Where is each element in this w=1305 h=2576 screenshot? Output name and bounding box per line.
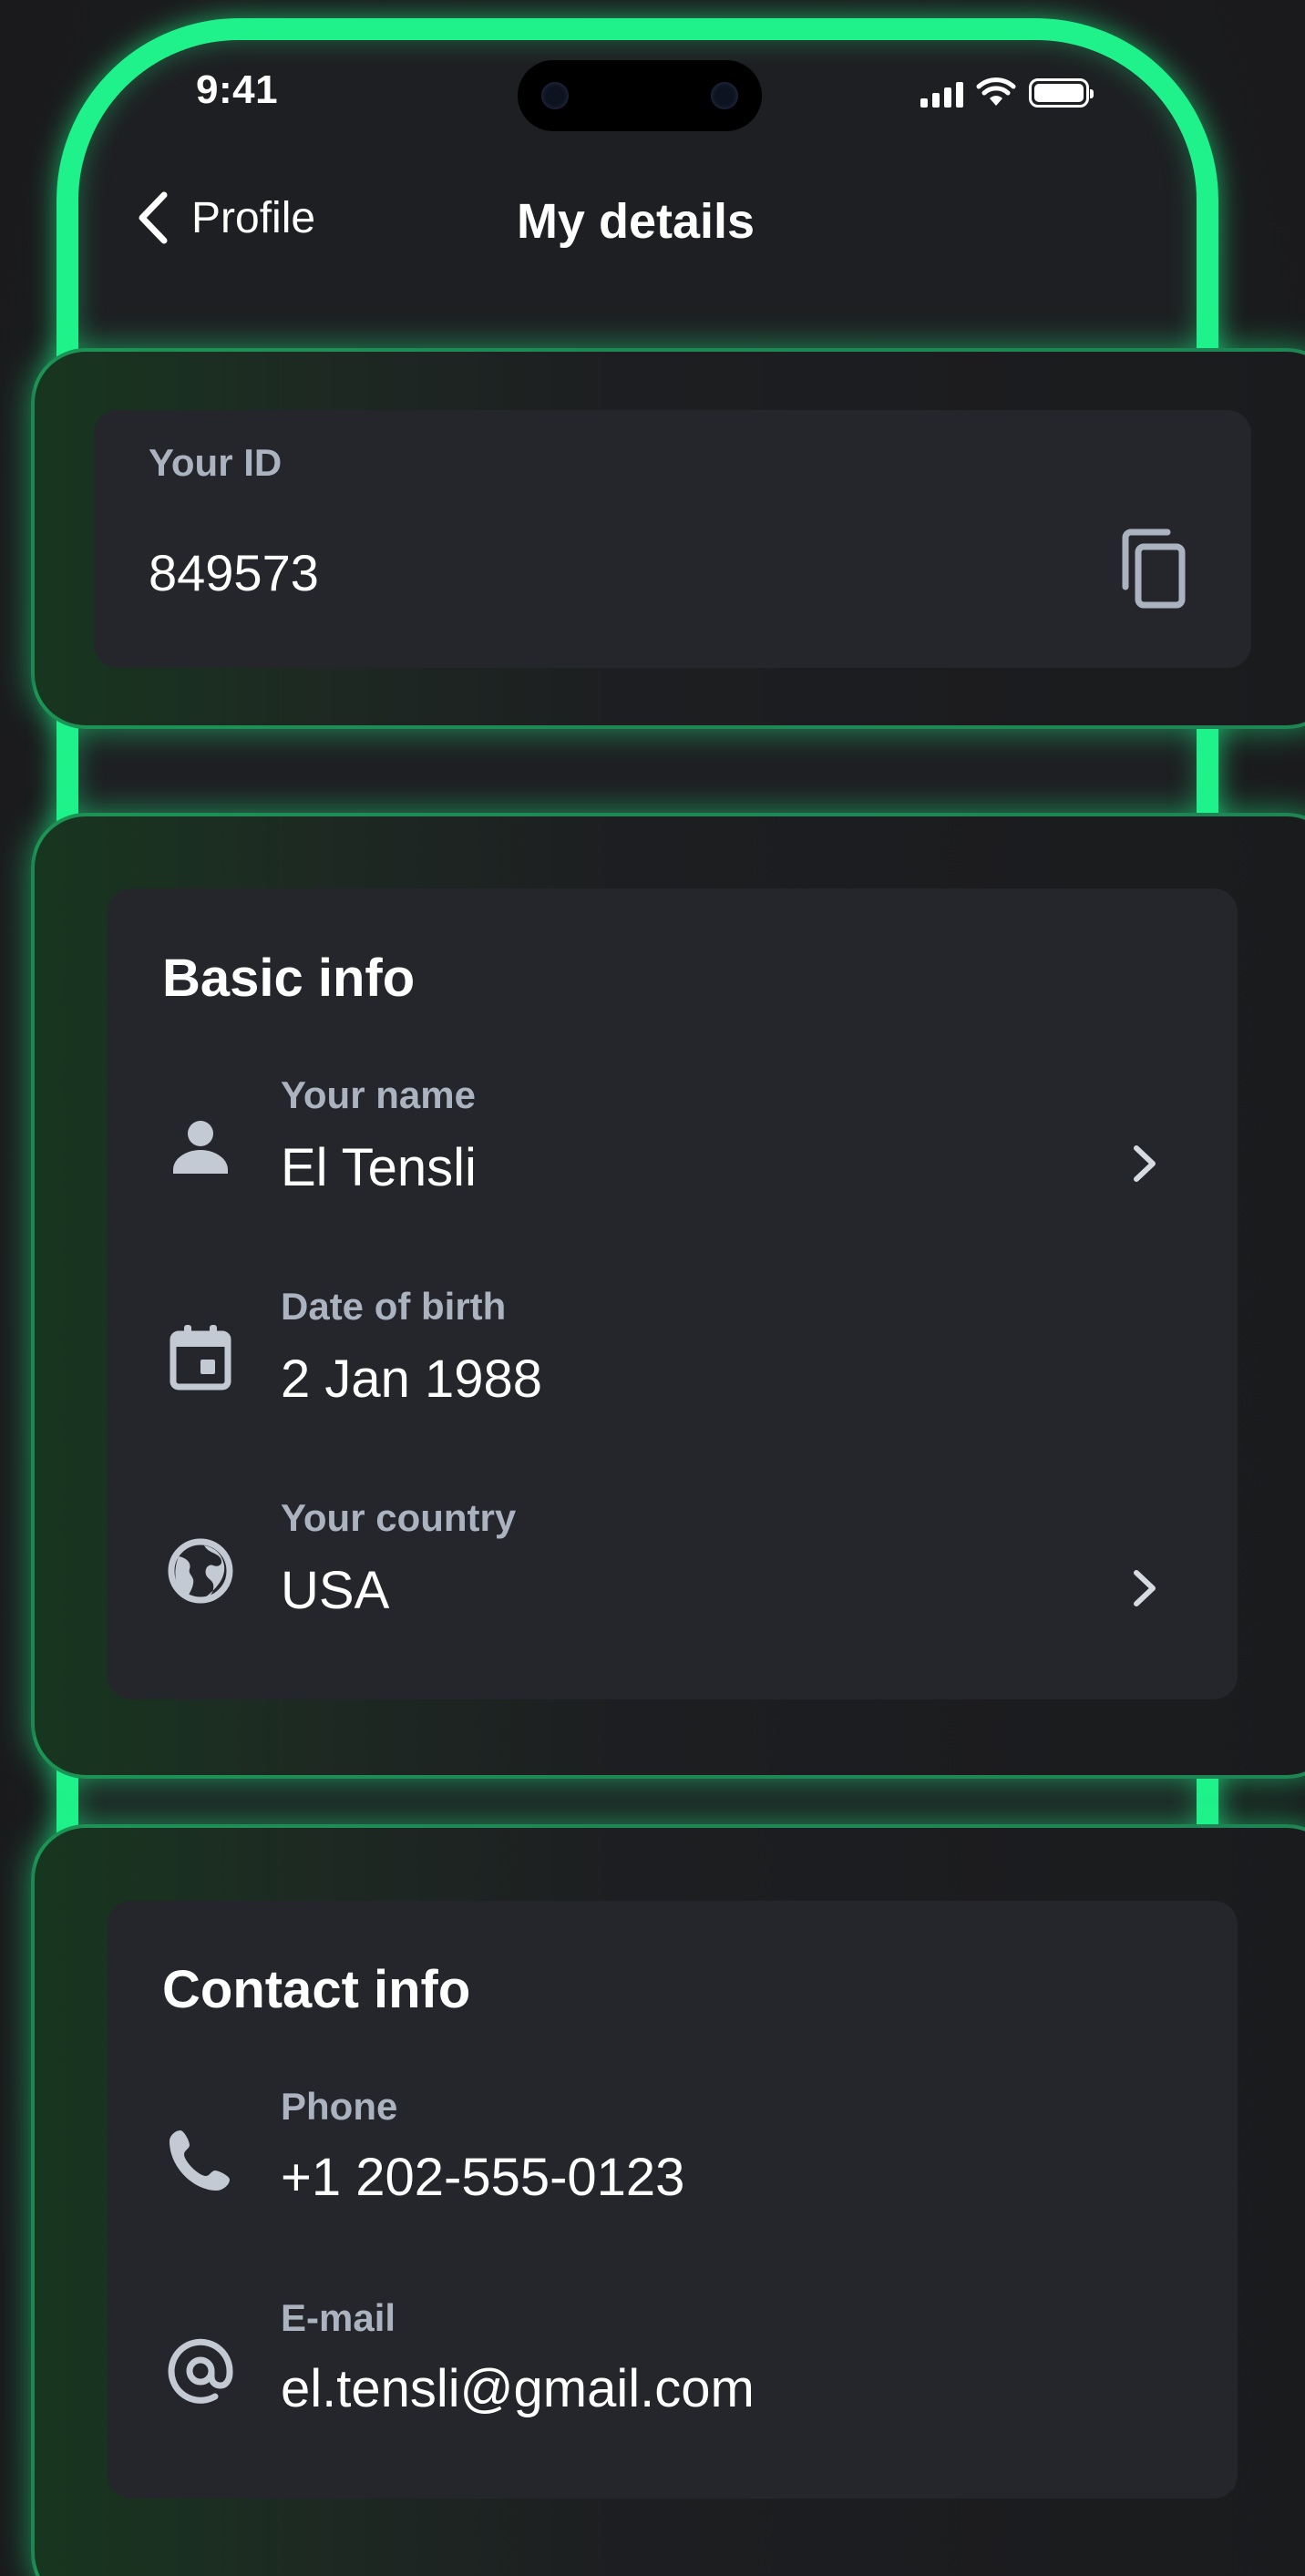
id-label: Your ID: [149, 441, 283, 484]
signal-icon: [920, 80, 963, 108]
chevron-right-icon: [1134, 1570, 1156, 1606]
phone-row[interactable]: Phone +1 202-555-0123: [109, 2078, 1239, 2242]
wifi-icon: [976, 77, 1016, 106]
country-label: Your country: [281, 1496, 517, 1539]
calendar-icon: [170, 1325, 231, 1391]
country-row[interactable]: Your country USA: [109, 1489, 1239, 1653]
dob-label: Date of birth: [281, 1285, 507, 1328]
status-icons: [920, 75, 1094, 108]
chevron-right-icon: [1134, 1145, 1156, 1182]
phone-value: +1 202-555-0123: [281, 2148, 685, 2207]
camera-icon: [541, 82, 569, 109]
phone-label: Phone: [281, 2085, 398, 2128]
globe-icon: [168, 1538, 233, 1604]
dob-row: Date of birth 2 Jan 1988: [109, 1278, 1239, 1442]
name-row[interactable]: Your name El Tensli: [109, 1066, 1239, 1230]
basic-info-title: Basic info: [162, 949, 416, 1008]
person-icon: [173, 1121, 228, 1174]
phone-icon: [170, 2130, 230, 2191]
dob-value: 2 Jan 1988: [281, 1350, 543, 1409]
email-label: E-mail: [281, 2296, 396, 2339]
name-label: Your name: [281, 1073, 476, 1116]
status-time: 9:41: [196, 67, 279, 112]
email-value: el.tensli@gmail.com: [281, 2359, 755, 2418]
page-title: My details: [516, 194, 755, 249]
sensor-icon: [711, 82, 738, 109]
battery-icon: [1029, 78, 1094, 108]
contact-info-title: Contact info: [162, 1960, 471, 2019]
at-sign-icon: [168, 2338, 233, 2404]
id-value: 849573: [149, 544, 319, 601]
email-row[interactable]: E-mail el.tensli@gmail.com: [109, 2289, 1239, 2453]
dynamic-island: [518, 60, 762, 131]
country-value: USA: [281, 1561, 390, 1620]
copy-icon[interactable]: [1116, 529, 1189, 611]
stage: 9:41 Profile My details Your ID 849573 B…: [0, 0, 1305, 2576]
name-value: El Tensli: [281, 1138, 477, 1197]
